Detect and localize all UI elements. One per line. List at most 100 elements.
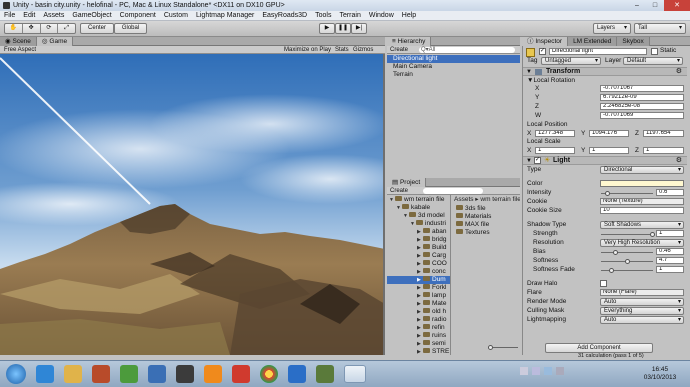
play-button[interactable]: ▶	[319, 23, 335, 34]
file-item[interactable]: 3ds file	[452, 204, 486, 213]
position-y-field[interactable]: 1094.176	[589, 130, 629, 137]
icon-size-slider-knob[interactable]	[488, 345, 493, 350]
softness-fade-field[interactable]: 1	[656, 266, 684, 273]
folder-tree-item[interactable]: ▶ ruins	[387, 331, 446, 340]
transform-header[interactable]: ▼ Transform ⚙	[523, 67, 687, 76]
tab-project[interactable]: ▤ Project	[387, 178, 427, 187]
scale-tool-icon[interactable]: ⤢	[58, 24, 75, 33]
object-name-field[interactable]: Directional light	[549, 48, 647, 55]
volume-icon[interactable]	[556, 367, 564, 375]
menu-component[interactable]: Component	[116, 12, 160, 19]
cookie-field[interactable]: None (Texture)	[600, 198, 684, 205]
shadow-type-dropdown[interactable]: Soft Shadows	[600, 221, 684, 229]
intensity-field[interactable]: 0.6	[656, 189, 684, 196]
folder-tree-item[interactable]: ▶ Forkl	[387, 283, 446, 292]
strength-slider-knob[interactable]	[650, 232, 655, 237]
intensity-slider[interactable]	[601, 191, 653, 196]
menu-window[interactable]: Window	[365, 12, 398, 19]
folder-tree-item[interactable]: ▶ radio	[387, 315, 446, 324]
light-enabled-checkbox[interactable]: ✓	[534, 157, 541, 164]
menu-easyroads3d[interactable]: EasyRoads3D	[258, 12, 311, 19]
stats-toggle[interactable]: Stats	[335, 46, 349, 54]
tray-icon[interactable]	[532, 367, 540, 375]
rotation-y-field[interactable]: 6.79212e-09	[600, 94, 684, 101]
scale-x-field[interactable]: 1	[535, 147, 575, 154]
intensity-slider-knob[interactable]	[605, 191, 610, 196]
minimize-button[interactable]: –	[628, 0, 646, 11]
app-icon[interactable]	[232, 365, 250, 383]
tab-game[interactable]: ◎ Game	[36, 37, 74, 46]
vlc-icon[interactable]	[204, 365, 222, 383]
culling-mask-dropdown[interactable]: Everything	[600, 307, 684, 315]
cookie-size-field[interactable]: 10	[600, 207, 684, 214]
flare-field[interactable]: None (Flare)	[600, 289, 684, 296]
folder-tree-item[interactable]: ▶ bridg	[387, 235, 446, 244]
internet-explorer-icon[interactable]	[36, 365, 54, 383]
bias-slider[interactable]	[601, 250, 653, 255]
pause-button[interactable]: ❚❚	[335, 23, 351, 34]
close-button[interactable]: ✕	[664, 0, 690, 11]
hierarchy-search-input[interactable]: Q▾All	[419, 47, 515, 53]
rotation-w-field[interactable]: -0.7071069	[600, 112, 684, 119]
draw-halo-checkbox[interactable]	[600, 280, 607, 287]
app-icon[interactable]	[148, 365, 166, 383]
folder-tree-item[interactable]: ▶ Build	[387, 243, 446, 252]
project-breadcrumb[interactable]: Assets ▸ wm terrain file ▸	[452, 196, 520, 204]
softness-fade-slider-knob[interactable]	[609, 268, 614, 273]
component-settings-gear-icon[interactable]: ⚙	[676, 68, 682, 76]
aspect-dropdown[interactable]: Free Aspect	[4, 46, 36, 54]
hierarchy-item[interactable]: Main Camera	[387, 63, 520, 71]
light-type-dropdown[interactable]: Directional	[600, 166, 684, 174]
render-mode-dropdown[interactable]: Auto	[600, 298, 684, 306]
maximize-button[interactable]: □	[646, 0, 664, 11]
folder-tree-item[interactable]: ▶ aban	[387, 227, 446, 236]
file-explorer-icon[interactable]	[64, 365, 82, 383]
folder-tree-item[interactable]: ▶ STRE	[387, 347, 449, 355]
strength-field[interactable]: 1	[656, 230, 684, 237]
tab-hierarchy[interactable]: ≡ Hierarchy	[387, 37, 432, 46]
tab-scene[interactable]: ◉ Scene	[0, 37, 37, 46]
file-item[interactable]: Materials	[452, 212, 491, 221]
layers-dropdown[interactable]: Layers	[593, 23, 631, 34]
softness-slider-knob[interactable]	[625, 259, 630, 264]
tab-skybox[interactable]: Skybox	[617, 37, 650, 46]
app-icon[interactable]	[316, 365, 334, 383]
file-item[interactable]: Textures	[452, 228, 490, 237]
media-player-icon[interactable]	[92, 365, 110, 383]
project-search-input[interactable]	[423, 188, 483, 194]
rotation-z-field[interactable]: 2.246825e-08	[600, 103, 684, 110]
hand-tool-icon[interactable]: ✋	[5, 24, 23, 33]
folder-tree-item[interactable]: ▶ lamp	[387, 291, 446, 300]
tab-inspector[interactable]: ⓘ Inspector	[522, 37, 569, 46]
bias-field[interactable]: 0.46	[656, 248, 684, 255]
step-button[interactable]: ▶|	[351, 23, 367, 34]
menu-lightmap-manager[interactable]: Lightmap Manager	[192, 12, 258, 19]
position-x-field[interactable]: 1277.348	[535, 130, 575, 137]
folder-tree-item[interactable]: ▶ refin	[387, 323, 445, 332]
position-z-field[interactable]: 1197.654	[643, 130, 684, 137]
light-header[interactable]: ▼ ✓ ☀ Light ⚙	[523, 156, 687, 165]
project-create-button[interactable]: Create	[390, 187, 408, 195]
windows-start-icon[interactable]	[6, 364, 26, 384]
app-icon[interactable]	[176, 365, 194, 383]
folder-tree-item[interactable]: ▶ Mate	[387, 299, 446, 308]
menu-assets[interactable]: Assets	[39, 12, 68, 19]
folder-tree-item[interactable]: ▶ old h	[387, 307, 446, 316]
hierarchy-item[interactable]: Directional light	[387, 55, 520, 63]
menu-edit[interactable]: Edit	[19, 12, 39, 19]
menu-terrain[interactable]: Terrain	[335, 12, 364, 19]
folder-tree-item[interactable]: ▶ Dum	[387, 275, 450, 284]
tag-dropdown[interactable]: Untagged	[541, 57, 601, 65]
tab-lm-extended[interactable]: LM Extended	[568, 37, 618, 46]
menu-custom[interactable]: Custom	[160, 12, 192, 19]
lightmapping-dropdown[interactable]: Auto	[600, 316, 684, 324]
folder-tree-item[interactable]: ▼ wm terrain file	[387, 195, 444, 204]
strength-slider[interactable]	[601, 232, 655, 237]
softness-slider[interactable]	[601, 259, 653, 264]
folder-tree-item[interactable]: ▶ semi	[387, 339, 446, 348]
chrome-icon[interactable]	[260, 365, 278, 383]
scale-z-field[interactable]: 1	[643, 147, 684, 154]
taskbar-clock[interactable]: 16:45 03/10/2013	[632, 366, 688, 382]
game-view[interactable]	[0, 54, 385, 355]
active-checkbox[interactable]: ✓	[539, 48, 546, 55]
